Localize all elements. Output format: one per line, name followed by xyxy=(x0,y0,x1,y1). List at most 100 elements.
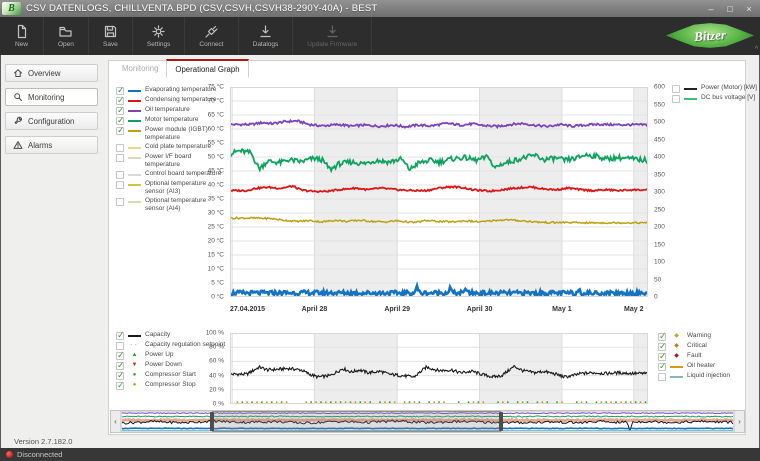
legend-swatch-line xyxy=(128,120,141,122)
legend-checkbox-warning[interactable]: ✓ xyxy=(658,333,666,341)
legend-checkbox-liquid-injection[interactable] xyxy=(658,373,666,381)
legend-item-power-motor-kw: Power (Motor) [kW] xyxy=(672,84,757,93)
navigator-left-handle[interactable] xyxy=(210,412,214,431)
wrench-icon xyxy=(13,116,23,126)
bitzer-logo: Bitzer xyxy=(666,20,754,51)
legend-checkbox-dc-bus-voltage-v[interactable] xyxy=(672,95,680,103)
toolbar-save[interactable]: Save xyxy=(89,17,133,55)
legend-checkbox-oil-temperature[interactable]: ✓ xyxy=(116,107,124,115)
legend-label: Power (Motor) [kW] xyxy=(701,84,757,92)
navigator-selection[interactable] xyxy=(212,411,501,432)
x-axis-label: April 29 xyxy=(384,306,410,313)
alarm-icon xyxy=(13,140,23,150)
tab-monitoring[interactable]: Monitoring xyxy=(114,59,166,78)
capacity-chart[interactable] xyxy=(230,333,648,404)
legend-swatch-line xyxy=(128,184,141,186)
legend-swatch-circle-icon: ● xyxy=(128,371,141,380)
timeline-navigator[interactable]: ‹ › xyxy=(110,410,745,433)
legend-checkbox-critical[interactable]: ✓ xyxy=(658,343,666,351)
x-axis-label: April 28 xyxy=(302,306,328,313)
legend-checkbox-power-down[interactable]: ✓ xyxy=(116,362,124,370)
temperature-chart[interactable] xyxy=(230,87,648,297)
legend-checkbox-capacity-regulation-setpoint[interactable] xyxy=(116,342,124,350)
legend-swatch-line xyxy=(128,174,141,176)
legend-checkbox-condensing-temperature[interactable]: ✓ xyxy=(116,97,124,105)
legend-checkbox-optional-temperature-sensor-ai4[interactable] xyxy=(116,198,124,206)
toolbar-settings[interactable]: Settings xyxy=(133,17,186,55)
toolbar-item-label: Settings xyxy=(147,41,171,48)
close-button[interactable]: × xyxy=(741,3,757,15)
y-axis-tick: 500 xyxy=(654,119,665,126)
x-axis-label: April 30 xyxy=(467,306,493,313)
toolbar-datalogs[interactable]: Datalogs xyxy=(239,17,294,55)
toolbar: New Open Save Settings Connect Datalogs Update… xyxy=(0,17,760,55)
y-axis-tick: 300 xyxy=(654,189,665,196)
legend-label: Liquid injection xyxy=(687,372,730,380)
legend-swatch-line xyxy=(128,130,141,132)
tab-bar: MonitoringOperational Graph xyxy=(114,59,249,78)
y-axis-tick: 100 xyxy=(654,259,665,266)
title-bar: B CSV DATENLOGS, CHILLVENTA.BPD (CSV,CSV… xyxy=(0,0,760,17)
toolbar-open[interactable]: Open xyxy=(44,17,89,55)
navigator-scroll-left-icon[interactable]: ‹ xyxy=(111,411,121,432)
y-axis-tick: 75 °C xyxy=(208,84,224,91)
legend-checkbox-evaporating-temperature[interactable]: ✓ xyxy=(116,87,124,95)
legend-swatch-line xyxy=(128,147,141,149)
toolbar-item-label: Save xyxy=(103,41,118,48)
legend-item-critical: ✓◆Critical xyxy=(658,342,730,351)
maximize-button[interactable]: □ xyxy=(722,3,738,15)
collapse-ribbon-icon[interactable]: ^ xyxy=(755,46,758,53)
sidebar-item-overview[interactable]: Overview xyxy=(5,64,98,82)
legend-checkbox-capacity[interactable]: ✓ xyxy=(116,332,124,340)
y-axis-tick: 400 xyxy=(654,154,665,161)
legend-checkbox-optional-temperature-sensor-ai3[interactable] xyxy=(116,181,124,189)
legend-checkbox-power-module-igbt-temperature[interactable]: ✓ xyxy=(116,127,124,135)
x-axis-label: May 1 xyxy=(552,306,571,313)
sidebar-item-monitoring[interactable]: Monitoring xyxy=(5,88,98,106)
y-axis-tick: 250 xyxy=(654,206,665,213)
legend-checkbox-fault[interactable]: ✓ xyxy=(658,353,666,361)
tab-operational-graph[interactable]: Operational Graph xyxy=(166,59,248,78)
legend-checkbox-power-up[interactable]: ✓ xyxy=(116,352,124,360)
y-axis-tick: 60 °C xyxy=(208,126,224,133)
navigator-scroll-right-icon[interactable]: › xyxy=(734,411,744,432)
legend-swatch-diamond-icon: ◆ xyxy=(670,352,683,361)
toolbar-new[interactable]: New xyxy=(0,17,44,55)
legend-checkbox-power-i-f-board-temperature[interactable] xyxy=(116,154,124,162)
toolbar-item-label: Datalogs xyxy=(253,41,279,48)
y-axis-tick: 65 °C xyxy=(208,112,224,119)
legend-item-fault: ✓ ◆ Fault xyxy=(658,352,730,361)
legend-checkbox-compressor-start[interactable]: ✓ xyxy=(116,372,124,380)
legend-checkbox-compressor-stop[interactable]: ✓ xyxy=(116,382,124,390)
toolbar-connect[interactable]: Connect xyxy=(185,17,238,55)
check-icon: ✓ xyxy=(117,330,125,341)
legend-checkbox-control-board-temperature[interactable] xyxy=(116,171,124,179)
toolbar-item-label: Connect xyxy=(199,41,223,48)
legend-item-oil-heater: ✓Oil heater xyxy=(658,362,730,371)
event-legend: ✓◆Warning✓◆Critical✓◆Fault✓Oil heaterLiq… xyxy=(658,332,730,381)
y-axis-tick: 50 xyxy=(654,276,661,283)
y-axis-tick: 15 °C xyxy=(208,252,224,259)
legend-checkbox-oil-heater[interactable]: ✓ xyxy=(658,363,666,371)
capacity-y-axis: 100 %80 %60 %40 %20 %0 % xyxy=(196,333,226,404)
legend-swatch-circle-icon: ● xyxy=(128,381,141,390)
sidebar-item-configuration[interactable]: Configuration xyxy=(5,112,98,130)
legend-checkbox-power-motor-kw[interactable] xyxy=(672,85,680,93)
sidebar-item-label: Configuration xyxy=(28,117,74,126)
minimize-button[interactable]: – xyxy=(703,3,719,15)
sidebar-item-alarms[interactable]: Alarms xyxy=(5,136,98,154)
legend-label: Fault xyxy=(687,352,701,360)
navigator-right-handle[interactable] xyxy=(499,412,503,431)
app-logo-icon: B xyxy=(2,2,21,15)
toolbar-update-firmware: Update Firmware xyxy=(293,17,372,55)
y-axis-tick: 30 °C xyxy=(208,210,224,217)
legend-swatch-diamond-icon: ◆ xyxy=(670,342,683,351)
legend-swatch-line xyxy=(128,100,141,102)
y-axis-tick: 100 % xyxy=(206,330,224,337)
legend-checkbox-motor-temperature[interactable]: ✓ xyxy=(116,117,124,125)
legend-checkbox-cold-plate-temperature[interactable] xyxy=(116,144,124,152)
toolbar-item-label: New xyxy=(15,41,28,48)
search-icon xyxy=(13,92,23,102)
y-axis-tick: 0 xyxy=(654,294,658,301)
y-axis-tick: 600 xyxy=(654,84,665,91)
